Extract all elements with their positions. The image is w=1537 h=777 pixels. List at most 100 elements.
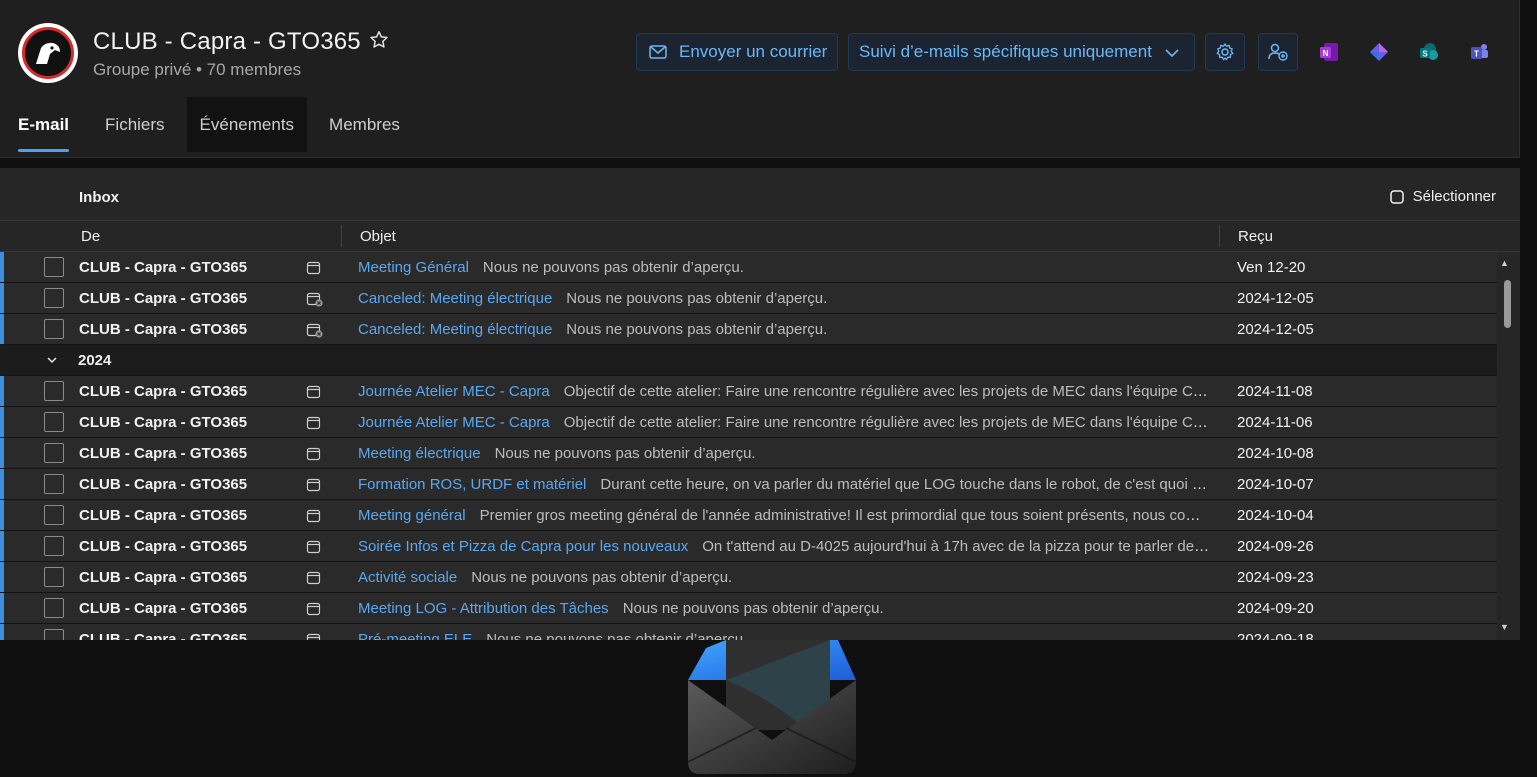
message-line: Meeting Général Nous ne pouvons pas obten…	[358, 259, 1210, 276]
row-checkbox[interactable]	[44, 567, 64, 587]
sender: CLUB - Capra - GTO365	[79, 538, 248, 555]
sender: CLUB - Capra - GTO365	[79, 600, 248, 617]
unread-indicator	[0, 252, 4, 282]
group-header: CLUB - Capra - GTO365 Groupe privé • 70 …	[0, 0, 1520, 158]
sharepoint-icon[interactable]: S	[1418, 41, 1440, 63]
received-date: 2024-12-05	[1237, 290, 1314, 307]
column-from[interactable]: De	[81, 228, 100, 245]
calendar-icon	[306, 539, 322, 555]
follow-settings-dropdown[interactable]: Suivi d’e-mails spécifiques uniquement	[848, 33, 1195, 71]
scroll-thumb[interactable]	[1504, 280, 1511, 328]
tab-email[interactable]: E-mail	[0, 97, 87, 152]
subject: Journée Atelier MEC - Capra	[358, 414, 550, 431]
row-checkbox[interactable]	[44, 412, 64, 432]
group-settings-button[interactable]	[1205, 33, 1245, 71]
column-subject[interactable]: Objet	[360, 228, 396, 245]
group-title: CLUB - Capra - GTO365	[93, 28, 361, 55]
row-checkbox[interactable]	[44, 288, 64, 308]
received-date: 2024-12-05	[1237, 321, 1314, 338]
message-row[interactable]: CLUB - Capra - GTO365 Meeting général Prem…	[0, 500, 1497, 531]
subject: Meeting Général	[358, 259, 469, 276]
calendar-icon	[306, 260, 322, 276]
row-checkbox[interactable]	[44, 319, 64, 339]
calendar-icon	[306, 508, 322, 524]
favorite-star-icon[interactable]	[368, 29, 390, 51]
column-divider[interactable]	[1219, 225, 1220, 247]
sender: CLUB - Capra - GTO365	[79, 414, 248, 431]
sender: CLUB - Capra - GTO365	[79, 476, 248, 493]
scroll-up-arrow-icon[interactable]: ▲	[1500, 258, 1509, 268]
message-row[interactable]: CLUB - Capra - GTO365 Meeting LOG - Attri…	[0, 593, 1497, 624]
subject: Meeting général	[358, 507, 466, 524]
sender: CLUB - Capra - GTO365	[79, 383, 248, 400]
add-people-icon	[1268, 43, 1288, 61]
preview: Nous ne pouvons pas obtenir d’aperçu.	[622, 600, 884, 617]
preview: Nous ne pouvons pas obtenir d’aperçu.	[566, 290, 828, 307]
sender: CLUB - Capra - GTO365	[79, 445, 248, 462]
unread-indicator	[0, 500, 4, 530]
select-checkbox-icon	[1389, 189, 1404, 204]
column-received[interactable]: Reçu	[1238, 228, 1273, 245]
received-date: 2024-10-08	[1237, 445, 1314, 462]
message-row[interactable]: CLUB - Capra - GTO365 Canceled: Meeting é…	[0, 314, 1497, 345]
message-line: Formation ROS, URDF et matériel Durant ce…	[358, 476, 1210, 493]
subject: Activité sociale	[358, 569, 458, 586]
message-row[interactable]: CLUB - Capra - GTO365 Pré-meeting ELE Nous…	[0, 624, 1497, 640]
received-date: 2024-10-04	[1237, 507, 1314, 524]
row-checkbox[interactable]	[44, 505, 64, 525]
unread-indicator	[0, 624, 4, 640]
unread-indicator	[0, 438, 4, 468]
received-date: 2024-10-07	[1237, 476, 1314, 493]
message-row[interactable]: CLUB - Capra - GTO365 Meeting Général Nous…	[0, 252, 1497, 283]
message-line: Meeting général Premier gros meeting géné…	[358, 507, 1210, 524]
send-mail-button[interactable]: Envoyer un courrier	[636, 33, 838, 71]
row-checkbox[interactable]	[44, 443, 64, 463]
calendar-cancel-icon	[306, 322, 323, 338]
sender: CLUB - Capra - GTO365	[79, 259, 248, 276]
scroll-down-arrow-icon[interactable]: ▼	[1500, 622, 1509, 632]
calendar-icon	[306, 415, 322, 431]
select-button[interactable]: Sélectionner	[1389, 188, 1496, 205]
message-row[interactable]: CLUB - Capra - GTO365 Canceled: Meeting é…	[0, 283, 1497, 314]
preview: Nous ne pouvons pas obtenir d’aperçu.	[471, 569, 733, 586]
message-line: Journée Atelier MEC - Capra Objectif de c…	[358, 383, 1210, 400]
preview: Objectif de cette atelier: Faire une ren…	[563, 414, 1210, 431]
subject: Meeting électrique	[358, 445, 481, 462]
onenote-icon[interactable]: N	[1318, 41, 1340, 63]
chevron-down-icon	[1165, 49, 1179, 58]
row-checkbox[interactable]	[44, 381, 64, 401]
received-date: 2024-09-23	[1237, 569, 1314, 586]
column-divider[interactable]	[341, 225, 342, 247]
message-row[interactable]: CLUB - Capra - GTO365 Journée Atelier MEC…	[0, 407, 1497, 438]
unread-indicator	[0, 469, 4, 499]
row-checkbox[interactable]	[44, 257, 64, 277]
row-checkbox[interactable]	[44, 474, 64, 494]
row-checkbox[interactable]	[44, 598, 64, 618]
calendar-icon	[306, 477, 322, 493]
tab-files[interactable]: Fichiers	[87, 97, 183, 152]
teams-icon[interactable]: T	[1468, 41, 1490, 63]
subject: Canceled: Meeting électrique	[358, 290, 553, 307]
tab-members[interactable]: Membres	[311, 97, 418, 152]
preview: Durant cette heure, on va parler du maté…	[600, 476, 1210, 493]
sender: CLUB - Capra - GTO365	[79, 569, 248, 586]
calendar-icon	[306, 570, 322, 586]
message-row[interactable]: CLUB - Capra - GTO365 Activité sociale Nou…	[0, 562, 1497, 593]
received-date: 2024-09-20	[1237, 600, 1314, 617]
gear-icon	[1216, 43, 1234, 61]
message-row[interactable]: CLUB - Capra - GTO365 Journée Atelier MEC…	[0, 376, 1497, 407]
subject: Meeting LOG - Attribution des Tâches	[358, 600, 609, 617]
unread-indicator	[0, 376, 4, 406]
subject: Pré-meeting ELE	[358, 631, 473, 640]
row-checkbox[interactable]	[44, 629, 64, 640]
group-header-2024[interactable]: 2024	[0, 345, 1497, 376]
row-checkbox[interactable]	[44, 536, 64, 556]
tab-events[interactable]: Événements	[186, 97, 308, 152]
message-row[interactable]: CLUB - Capra - GTO365 Formation ROS, URDF…	[0, 469, 1497, 500]
unread-indicator	[0, 531, 4, 561]
received-date: Ven 12-20	[1237, 259, 1306, 276]
message-row[interactable]: CLUB - Capra - GTO365 Soirée Infos et Piz…	[0, 531, 1497, 562]
planner-icon[interactable]	[1368, 41, 1390, 63]
add-member-button[interactable]	[1258, 33, 1298, 71]
message-row[interactable]: CLUB - Capra - GTO365 Meeting électrique N…	[0, 438, 1497, 469]
